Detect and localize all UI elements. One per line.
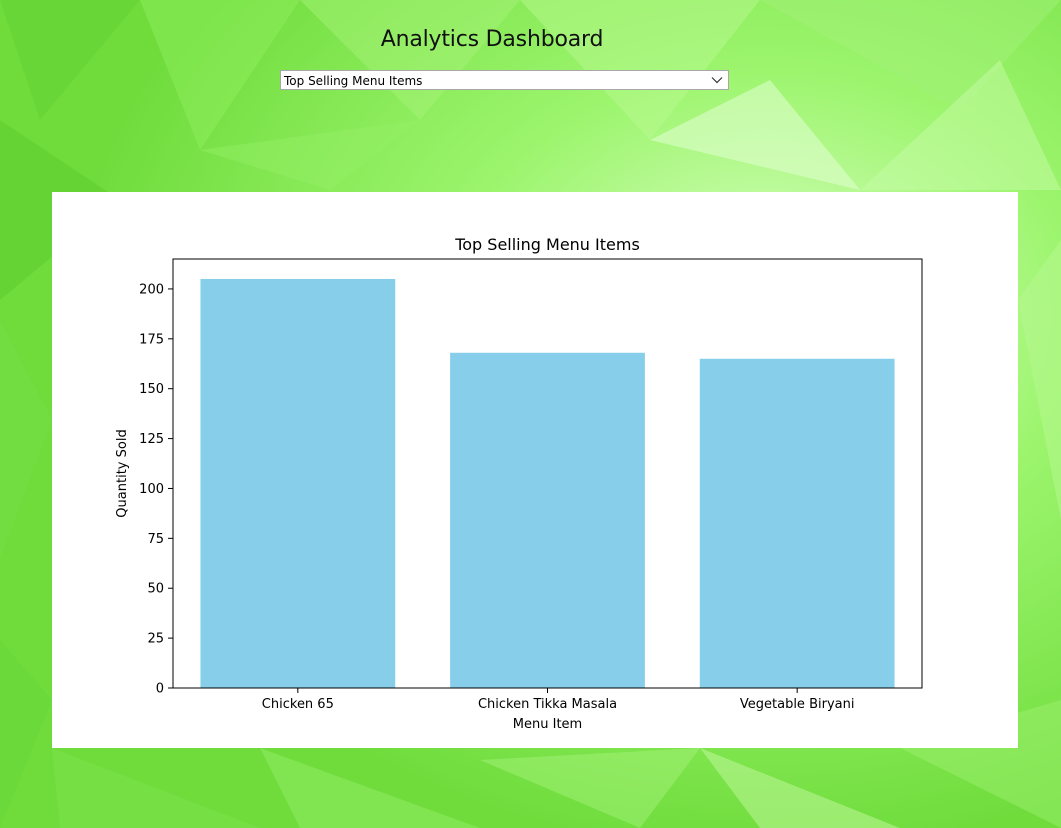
x-tick-label: Vegetable Biryani xyxy=(740,697,855,712)
y-tick-label: 25 xyxy=(147,632,164,647)
y-tick-label: 100 xyxy=(139,482,164,497)
report-type-dropdown[interactable]: Top Selling Menu Items xyxy=(280,70,729,90)
chart-panel: 0 25 50 75 100 125 150 175 200 Chicken 65 Chicken … xyxy=(52,192,1018,748)
bar xyxy=(699,358,895,688)
report-type-selected-value: Top Selling Menu Items xyxy=(284,74,423,88)
chevron-down-icon[interactable] xyxy=(710,74,724,86)
page-title: Analytics Dashboard xyxy=(380,27,604,52)
y-tick-label: 200 xyxy=(139,282,164,297)
bar xyxy=(200,278,396,688)
x-tick-label: Chicken 65 xyxy=(262,697,334,712)
y-axis-label: Quantity Sold xyxy=(115,429,130,517)
y-tick-label: 175 xyxy=(139,332,164,347)
bar xyxy=(450,352,645,688)
x-tick-label: Chicken Tikka Masala xyxy=(478,697,617,712)
y-tick-label: 150 xyxy=(139,382,164,397)
y-tick-label: 125 xyxy=(139,432,164,447)
y-tick-label: 0 xyxy=(156,682,164,697)
bar-chart: 0 25 50 75 100 125 150 175 200 Chicken 65 Chicken … xyxy=(115,235,923,732)
y-tick-label: 75 xyxy=(147,532,164,547)
x-axis-label: Menu Item xyxy=(513,717,582,732)
chart-title: Top Selling Menu Items xyxy=(454,235,640,254)
y-tick-label: 50 xyxy=(147,582,164,597)
